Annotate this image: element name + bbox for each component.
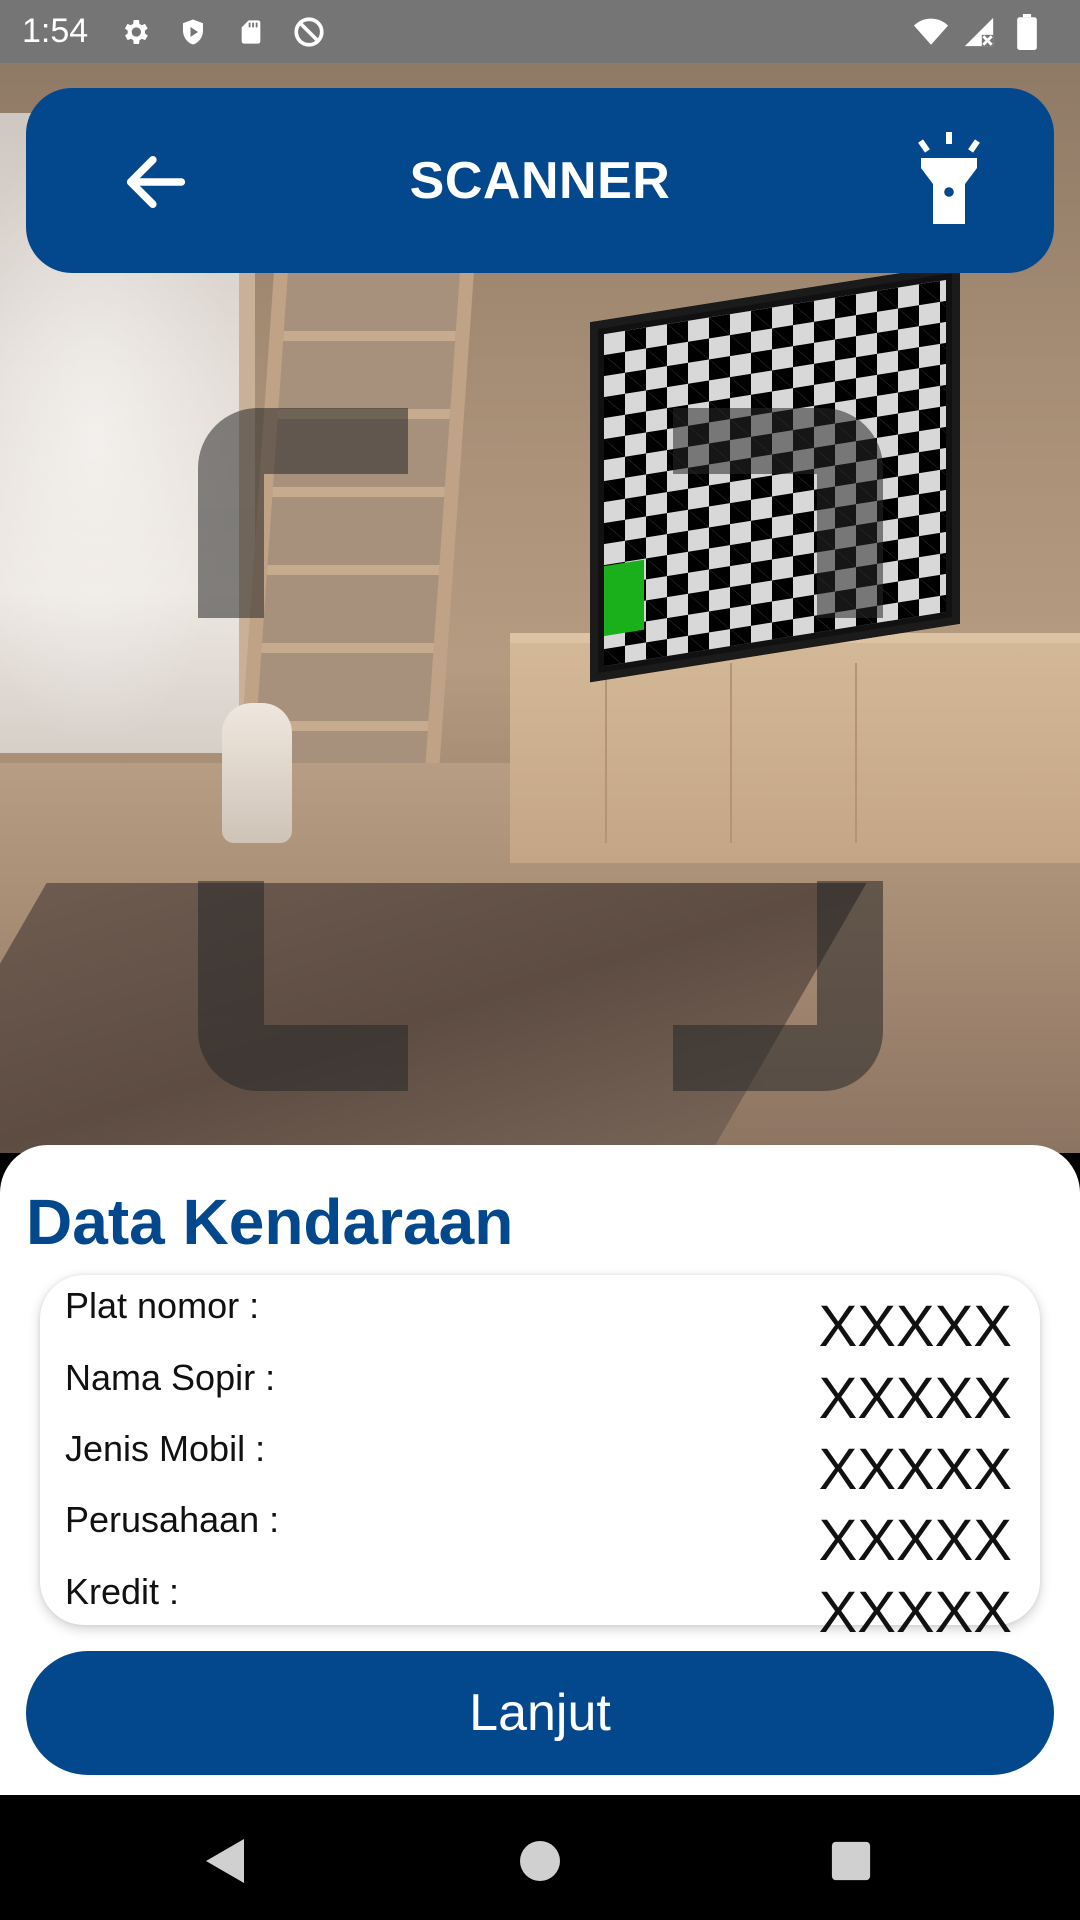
battery-icon xyxy=(1010,13,1044,50)
field-row-nama-sopir: Nama Sopir : XXXXX xyxy=(65,1357,1015,1431)
field-row-perusahaan: Perusahaan : XXXXX xyxy=(65,1499,1015,1573)
scan-frame-corner-top-left xyxy=(198,408,408,618)
field-label: Nama Sopir : xyxy=(65,1357,276,1398)
scan-frame-corner-bottom-left xyxy=(198,881,408,1091)
sd-card-icon xyxy=(234,15,268,49)
field-label: Perusahaan : xyxy=(65,1499,280,1540)
status-time: 1:54 xyxy=(22,12,89,50)
scan-frame-corner-top-right xyxy=(673,408,883,618)
status-bar: 1:54 xyxy=(0,0,1080,63)
at-icon xyxy=(292,15,326,49)
scene-cat xyxy=(222,703,292,843)
vehicle-data-sheet: Data Kendaraan Plat nomor : XXXXX Nama S… xyxy=(0,1145,1080,1795)
wifi-icon xyxy=(914,15,948,49)
shield-icon xyxy=(176,15,210,49)
field-value: XXXXX xyxy=(818,1366,1012,1431)
flashlight-icon[interactable] xyxy=(904,128,994,228)
field-row-kredit: Kredit : XXXXX xyxy=(65,1571,1015,1645)
field-value: XXXXX xyxy=(818,1580,1012,1645)
settings-icon xyxy=(118,15,152,49)
system-nav-bar xyxy=(0,1795,1080,1920)
field-label: Plat nomor : xyxy=(65,1285,260,1326)
lanjut-button[interactable]: Lanjut xyxy=(26,1651,1054,1775)
back-arrow-icon[interactable] xyxy=(114,140,198,224)
sheet-title: Data Kendaraan xyxy=(26,1186,514,1258)
vehicle-data-card: Plat nomor : XXXXX Nama Sopir : XXXXX Je… xyxy=(40,1275,1040,1645)
field-value: XXXXX xyxy=(818,1294,1012,1359)
nav-back-icon[interactable] xyxy=(196,1831,256,1891)
signal-icon xyxy=(962,15,996,49)
page-title: SCANNER xyxy=(409,151,671,210)
field-label: Jenis Mobil : xyxy=(65,1428,266,1469)
field-label: Kredit : xyxy=(65,1571,180,1612)
field-value: XXXXX xyxy=(818,1437,1012,1502)
nav-recents-icon[interactable] xyxy=(821,1831,881,1891)
nav-home-icon[interactable] xyxy=(510,1831,570,1891)
field-row-plat-nomor: Plat nomor : XXXXX xyxy=(65,1285,1015,1359)
scanner-header: SCANNER xyxy=(26,88,1054,273)
field-row-jenis-mobil: Jenis Mobil : XXXXX xyxy=(65,1428,1015,1502)
field-value: XXXXX xyxy=(818,1508,1012,1573)
scan-frame-corner-bottom-right xyxy=(673,881,883,1091)
